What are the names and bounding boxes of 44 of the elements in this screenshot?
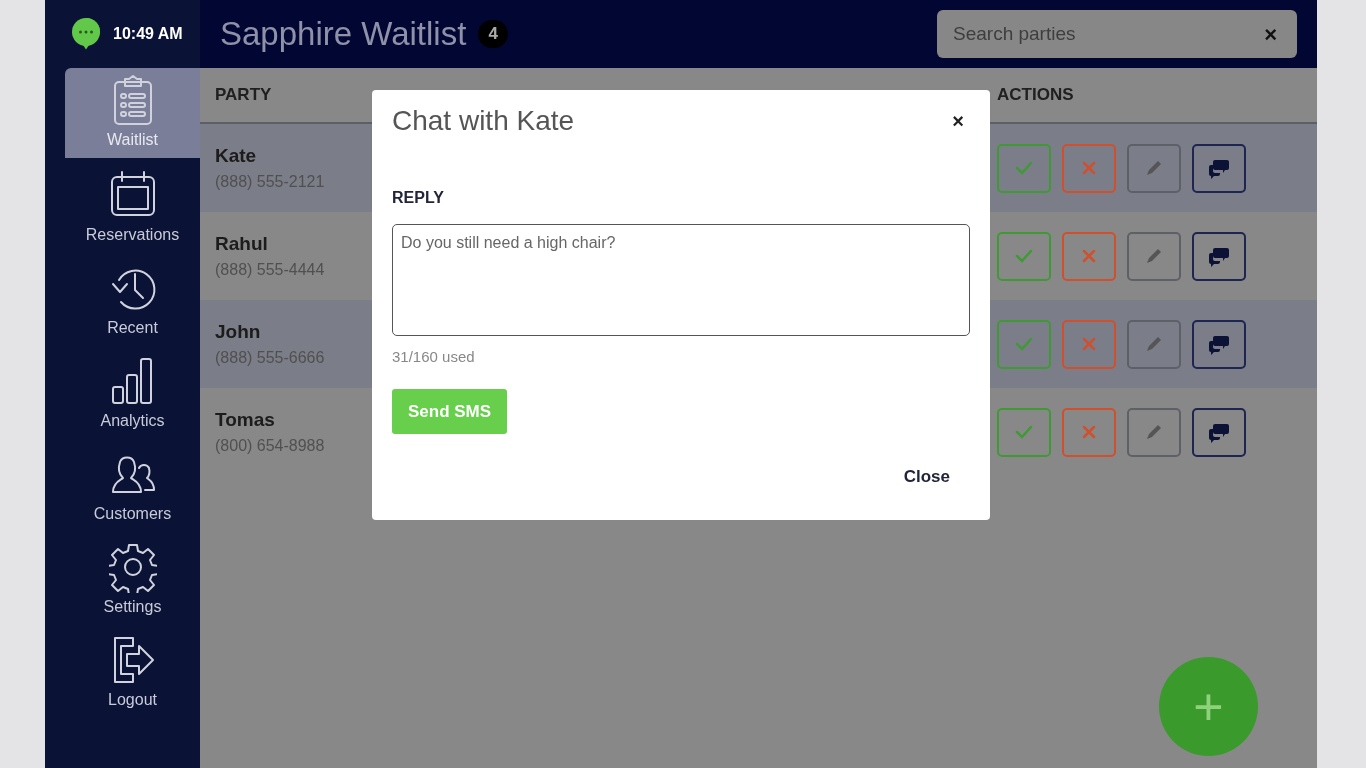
seat-button[interactable]	[997, 143, 1051, 193]
chat-button[interactable]	[1192, 143, 1246, 193]
remove-button[interactable]	[1062, 407, 1116, 457]
chat-bubble-icon	[71, 17, 101, 51]
chat-button[interactable]	[1192, 407, 1246, 457]
close-button[interactable]: Close	[897, 462, 956, 490]
page-title: Sapphire Waitlist	[220, 14, 467, 55]
count-badge: 4	[478, 20, 508, 48]
seat-button[interactable]	[997, 407, 1051, 457]
dialog-title: Chat with Kate	[392, 104, 575, 138]
party-phone: (800) 654-8988	[215, 436, 325, 457]
search-field[interactable]: Search parties ×	[937, 10, 1297, 58]
column-header: ACTIONS	[997, 84, 1074, 107]
chat-button[interactable]	[1192, 319, 1246, 369]
party-name: Kate	[215, 143, 257, 168]
reply-input[interactable]: Do you still need a high chair?	[392, 224, 970, 336]
clear-search-button[interactable]: ×	[1258, 17, 1283, 51]
clock-time: 10:49 AM	[113, 24, 183, 44]
sidebar-item[interactable]: Customers	[65, 440, 200, 533]
seat-button[interactable]	[997, 231, 1051, 281]
sidebar-item[interactable]: Analytics	[65, 347, 200, 440]
reply-label: REPLY	[392, 188, 445, 208]
edit-button[interactable]	[1127, 231, 1181, 281]
party-phone: (888) 555-4444	[215, 260, 325, 281]
chat-button[interactable]	[1192, 231, 1246, 281]
party-phone: (888) 555-2121	[215, 172, 325, 193]
remove-button[interactable]	[1062, 231, 1116, 281]
remove-button[interactable]	[1062, 319, 1116, 369]
party-name: Tomas	[215, 407, 275, 432]
party-phone: (888) 555-6666	[215, 348, 325, 369]
character-counter: 31/160 used	[392, 347, 476, 367]
sidebar-item[interactable]: Reservations	[65, 161, 200, 254]
edit-button[interactable]	[1127, 143, 1181, 193]
edit-button[interactable]	[1127, 407, 1181, 457]
seat-button[interactable]	[997, 319, 1051, 369]
column-header: PARTY	[215, 84, 273, 107]
sidebar-item[interactable]: Recent	[65, 254, 200, 347]
party-name: John	[215, 319, 261, 344]
close-icon-button[interactable]: ×	[946, 105, 970, 137]
sidebar-item[interactable]: Settings	[65, 533, 200, 626]
edit-button[interactable]	[1127, 319, 1181, 369]
sidebar-item[interactable]: Logout	[65, 626, 200, 719]
remove-button[interactable]	[1062, 143, 1116, 193]
party-name: Rahul	[215, 231, 268, 256]
